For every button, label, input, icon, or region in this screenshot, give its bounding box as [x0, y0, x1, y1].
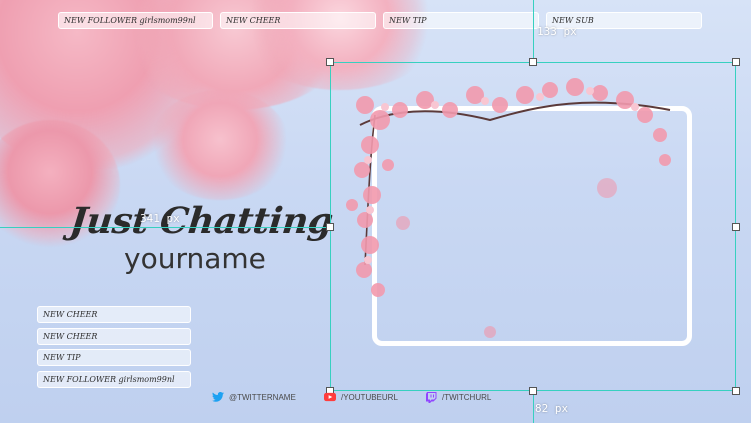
- twitter-icon: [212, 392, 224, 402]
- resize-handle-top-left[interactable]: [326, 58, 334, 66]
- horizontal-guide-line: [0, 227, 330, 228]
- selection-box[interactable]: [330, 62, 736, 391]
- youtube-icon: [324, 392, 336, 402]
- twitch-icon: [425, 391, 437, 403]
- social-twitch-label: /TWITCHURL: [442, 392, 492, 402]
- measure-label-bottom: 82 px: [535, 402, 569, 415]
- resize-handle-middle-left[interactable]: [326, 223, 334, 231]
- social-twitter-label: @TWITTERNAME: [229, 392, 296, 402]
- side-alert-new-cheer-1[interactable]: NEW CHEER: [37, 306, 191, 323]
- overlay-title: Just Chatting: [67, 200, 335, 242]
- resize-handle-top-right[interactable]: [732, 58, 740, 66]
- social-twitter: @TWITTERNAME: [212, 392, 296, 402]
- resize-handle-top-center[interactable]: [529, 58, 537, 66]
- social-youtube: /YOUTUBEURL: [324, 392, 398, 402]
- social-youtube-label: /YOUTUBEURL: [341, 392, 398, 402]
- vertical-guide-line: [533, 0, 534, 62]
- side-alert-new-cheer-2[interactable]: NEW CHEER: [37, 328, 191, 345]
- side-alert-new-follower[interactable]: NEW FOLLOWER girlsmom99nl: [37, 371, 191, 388]
- measure-label-top: 133 px: [537, 25, 577, 38]
- social-twitch: /TWITCHURL: [425, 391, 492, 403]
- measure-label-left: 341 px: [140, 212, 180, 225]
- side-alert-new-tip[interactable]: NEW TIP: [37, 349, 191, 366]
- vertical-guide-line-bottom: [533, 391, 534, 423]
- top-alert-new-follower[interactable]: NEW FOLLOWER girlsmom99nl: [58, 12, 213, 29]
- resize-handle-middle-right[interactable]: [732, 223, 740, 231]
- top-alert-new-cheer[interactable]: NEW CHEER: [220, 12, 376, 29]
- resize-handle-bottom-right[interactable]: [732, 387, 740, 395]
- overlay-username: yourname: [124, 242, 266, 275]
- resize-handle-bottom-center[interactable]: [529, 387, 537, 395]
- top-alert-new-tip[interactable]: NEW TIP: [383, 12, 539, 29]
